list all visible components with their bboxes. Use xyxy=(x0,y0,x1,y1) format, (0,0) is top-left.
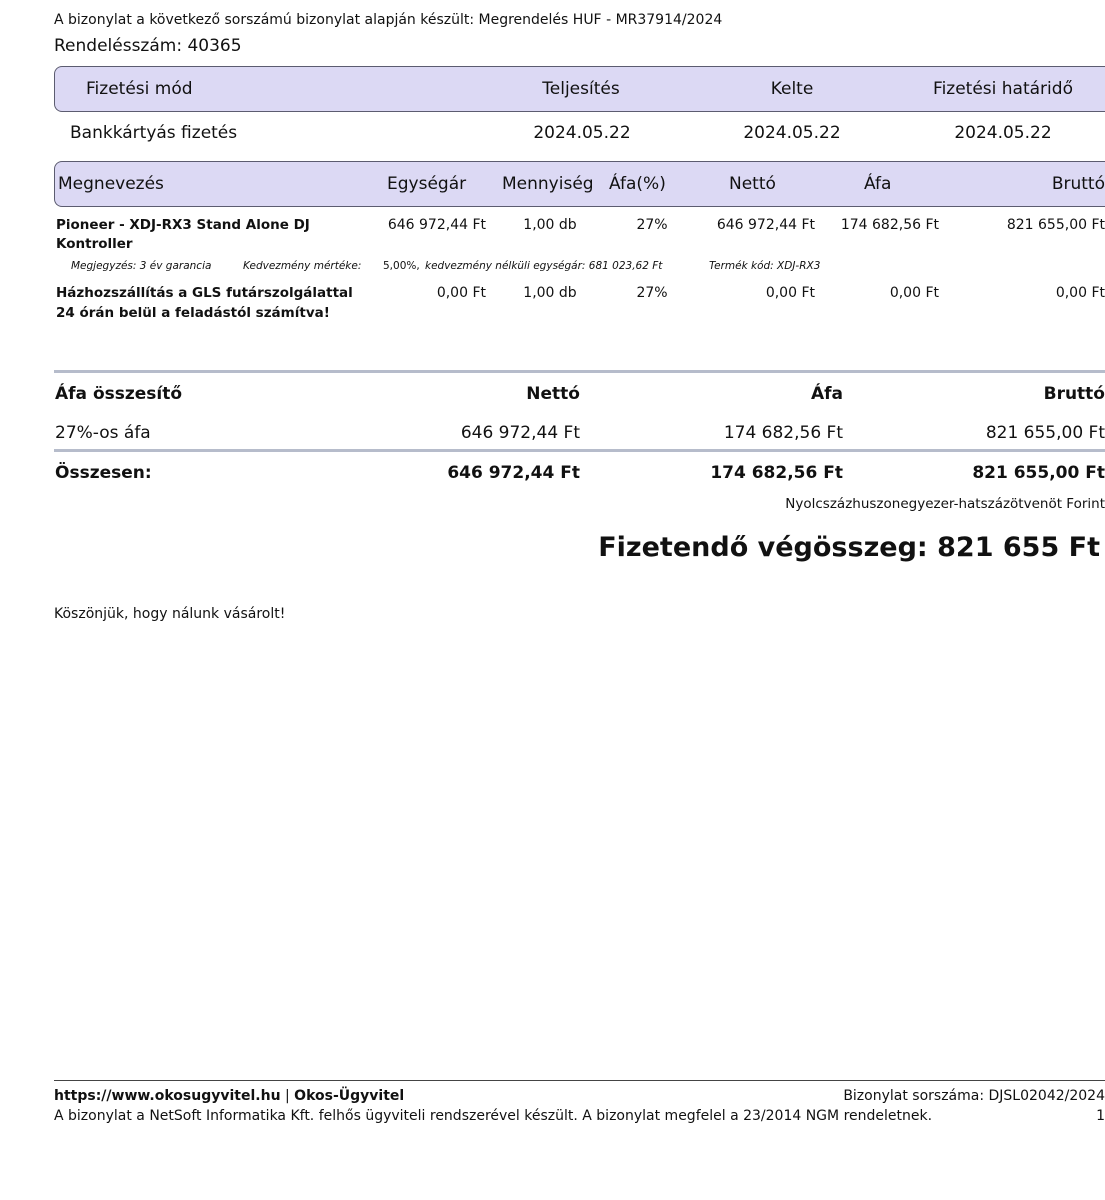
footer-doc-number: Bizonylat sorszáma: DJSL02042/2024 xyxy=(843,1088,1105,1104)
footer-brand: Okos-Ügyvitel xyxy=(294,1088,405,1104)
item-2-vat: 0,00 Ft xyxy=(889,285,939,301)
payment-method-value: Bankkártyás fizetés xyxy=(70,123,238,143)
total-label: Összesen: xyxy=(55,463,152,483)
source-note: A bizonylat a következő sorszámú bizonyl… xyxy=(54,12,723,28)
item-1-note-discount-label: Kedvezmény mértéke: xyxy=(243,260,362,272)
item-2-quantity: 1,00 db xyxy=(523,285,577,301)
item-2-net: 0,00 Ft xyxy=(765,285,815,301)
footer-page-number: 1 xyxy=(1096,1108,1105,1124)
vat-row-gross: 821 655,00 Ft xyxy=(985,423,1105,443)
due-date-value: 2024.05.22 xyxy=(954,123,1052,143)
vat-summary-vat-header: Áfa xyxy=(810,384,843,404)
footer-disclaimer: A bizonylat a NetSoft Informatika Kft. f… xyxy=(54,1108,933,1124)
item-1-note-original-price: kedvezmény nélküli egységár: 681 023,62 … xyxy=(425,260,663,272)
payment-method-header: Fizetési mód xyxy=(86,79,193,99)
col-gross-header: Bruttó xyxy=(1051,174,1105,194)
vat-summary-net-header: Nettó xyxy=(526,384,580,404)
vat-summary-top-rule xyxy=(54,370,1105,373)
vat-row-label: 27%-os áfa xyxy=(55,423,151,443)
item-1-note-product-code: Termék kód: XDJ-RX3 xyxy=(709,260,821,272)
col-vat-pct-header: Áfa(%) xyxy=(609,174,666,194)
total-net: 646 972,44 Ft xyxy=(447,463,580,483)
item-2-name-line1: Házhozszállítás a GLS futárszolgálattal xyxy=(56,285,353,301)
thank-you-note: Köszönjük, hogy nálunk vásárolt! xyxy=(54,606,286,622)
vat-summary-gross-header: Bruttó xyxy=(1043,384,1105,404)
col-unit-price-header: Egységár xyxy=(387,174,467,194)
issue-date-header: Kelte xyxy=(770,79,814,99)
item-2-unit-price: 0,00 Ft xyxy=(436,285,486,301)
total-gross: 821 655,00 Ft xyxy=(972,463,1105,483)
item-1-gross: 821 655,00 Ft xyxy=(1006,217,1105,233)
footer-separator: | xyxy=(280,1088,295,1104)
item-2-vat-pct: 27% xyxy=(636,285,668,301)
order-number: Rendelésszám: 40365 xyxy=(54,36,242,56)
footer-website-link[interactable]: https://www.okosugyvitel.hu xyxy=(54,1088,281,1104)
item-1-name-line1: Pioneer - XDJ-RX3 Stand Alone DJ xyxy=(56,217,310,233)
total-vat: 174 682,56 Ft xyxy=(710,463,843,483)
item-1-name-line2: Kontroller xyxy=(56,236,133,252)
col-name-header: Megnevezés xyxy=(58,174,164,194)
vat-summary-title: Áfa összesítő xyxy=(55,384,183,404)
item-2-name-line2: 24 órán belül a feladástól számítva! xyxy=(56,305,330,321)
vat-row-net: 646 972,44 Ft xyxy=(460,423,580,443)
vat-row-vat: 174 682,56 Ft xyxy=(723,423,843,443)
vat-summary-total-rule xyxy=(54,449,1105,452)
col-vat-header: Áfa xyxy=(864,174,892,194)
col-quantity-header: Mennyiség xyxy=(502,174,594,194)
item-1-quantity: 1,00 db xyxy=(523,217,577,233)
total-in-words: Nyolcszázhuszonegyezer-hatszázötvenöt Fo… xyxy=(785,496,1105,512)
item-1-vat-pct: 27% xyxy=(636,217,668,233)
item-1-vat: 174 682,56 Ft xyxy=(840,217,939,233)
fulfillment-header: Teljesítés xyxy=(542,79,620,99)
fulfillment-value: 2024.05.22 xyxy=(533,123,631,143)
due-date-header: Fizetési határidő xyxy=(933,79,1073,99)
item-1-unit-price: 646 972,44 Ft xyxy=(387,217,486,233)
col-net-header: Nettó xyxy=(729,174,776,194)
payable-total: Fizetendő végösszeg: 821 655 Ft xyxy=(598,532,1100,563)
item-1-net: 646 972,44 Ft xyxy=(716,217,815,233)
footer-brand-line: https://www.okosugyvitel.hu | Okos-Ügyvi… xyxy=(54,1088,404,1104)
item-1-note-guarantee: Megjegyzés: 3 év garancia xyxy=(71,260,212,272)
footer-rule xyxy=(54,1080,1105,1081)
issue-date-value: 2024.05.22 xyxy=(743,123,841,143)
item-2-gross: 0,00 Ft xyxy=(1055,285,1105,301)
item-1-note-discount-value: 5,00%, xyxy=(383,260,420,272)
